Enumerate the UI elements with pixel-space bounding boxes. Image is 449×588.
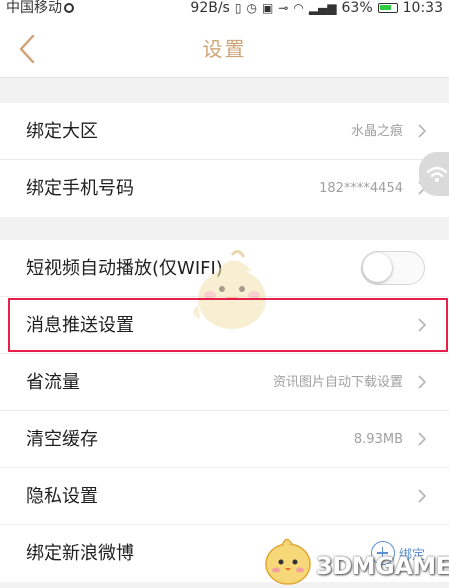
wifi-icon: ◠ [293,1,304,15]
chevron-right-icon [418,318,427,332]
account-group: 绑定大区 水晶之痕 绑定手机号码 182****4454 [0,103,449,217]
battery-icon [377,3,398,13]
setting-value: 8.93MB [353,432,403,447]
clock: 10:33 [402,0,443,16]
setting-row-privacy[interactable]: 隐私设置 [0,468,449,525]
setting-row-clear-cache[interactable]: 清空缓存 8.93MB [0,411,449,468]
setting-label: 省流量 [26,372,80,393]
status-bar: 中国移动 92B/s ▯ ◷ ▣ ⊸ ◠ ▂▄▆ 63% 10:33 [0,0,449,20]
signal-icon: ▂▄▆ [308,1,337,15]
floating-wifi-button[interactable] [419,152,449,196]
chevron-right-icon [418,124,427,138]
chevron-right-icon [418,489,427,503]
carrier-info: 中国移动 [6,0,74,16]
setting-value: 水晶之痕 [350,124,403,139]
autoplay-toggle[interactable] [361,251,425,285]
network-speed: 92B/s [190,0,230,16]
toggle-knob [363,253,392,282]
setting-label: 消息推送设置 [26,315,134,336]
setting-value: 资讯图片自动下载设置 [272,375,403,390]
setting-value: 182****4454 [319,181,403,196]
chevron-right-icon [418,375,427,389]
watermark-text: 3DMGAME [316,552,449,580]
setting-row-region[interactable]: 绑定大区 水晶之痕 [0,103,449,160]
wifi-icon [426,166,448,182]
setting-label: 绑定新浪微博 [26,543,134,564]
setting-label: 绑定手机号码 [26,178,134,199]
battery-percent: 63% [341,0,373,16]
site-watermark: 3DMGAME [258,532,449,586]
mascot-watermark-icon [193,250,266,329]
chick-logo-icon [265,538,311,585]
alarm-icon: ◷ [246,1,257,15]
setting-label: 隐私设置 [26,486,98,507]
setting-label: 清空缓存 [26,429,98,450]
key-icon: ⊸ [278,1,289,15]
chevron-right-icon [418,432,427,446]
page-title: 设置 [202,37,247,61]
status-right: 92B/s ▯ ◷ ▣ ⊸ ◠ ▂▄▆ 63% 10:33 [190,0,443,16]
setting-row-data-saver[interactable]: 省流量 资讯图片自动下载设置 [0,354,449,411]
hd-icon: ▣ [261,1,274,15]
nav-bar: 设置 [0,20,449,78]
vibrate-icon: ▯ [234,1,242,15]
carrier-status-icon [64,3,74,13]
carrier-name: 中国移动 [6,0,62,16]
setting-row-phone[interactable]: 绑定手机号码 182****4454 [0,160,449,217]
setting-label: 绑定大区 [26,121,98,142]
